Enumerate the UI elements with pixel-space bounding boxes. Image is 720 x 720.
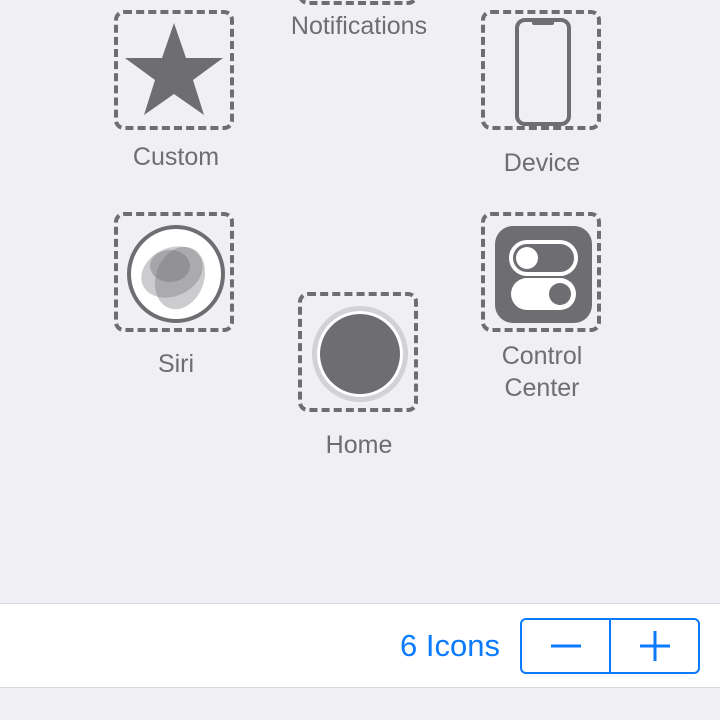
siri-label: Siri — [157, 350, 195, 378]
home-slot[interactable] — [298, 292, 418, 412]
icon-count-stepper[interactable] — [520, 618, 700, 674]
home-label: Home — [325, 431, 393, 459]
control-center-label: Control Center — [501, 342, 583, 402]
control-center-slot[interactable] — [481, 212, 601, 332]
device-label: Device — [503, 149, 581, 177]
device-slot[interactable] — [481, 10, 601, 130]
plus-icon — [639, 631, 670, 661]
toggles-icon — [495, 226, 592, 323]
siri-slot[interactable] — [114, 212, 234, 332]
decrement-button[interactable] — [522, 620, 609, 672]
notifications-slot[interactable] — [298, 0, 418, 5]
home-button-icon — [312, 306, 408, 402]
notifications-label: Notifications — [290, 12, 428, 40]
custom-slot[interactable] — [114, 10, 234, 130]
icon-count-label: 6 Icons — [400, 628, 500, 663]
star-icon — [125, 23, 223, 115]
iphone-icon — [515, 18, 571, 126]
increment-button[interactable] — [609, 620, 698, 672]
custom-label: Custom — [132, 143, 220, 171]
icon-count-bar: 6 Icons — [0, 603, 720, 688]
siri-icon — [127, 225, 225, 323]
minus-icon — [550, 644, 581, 648]
